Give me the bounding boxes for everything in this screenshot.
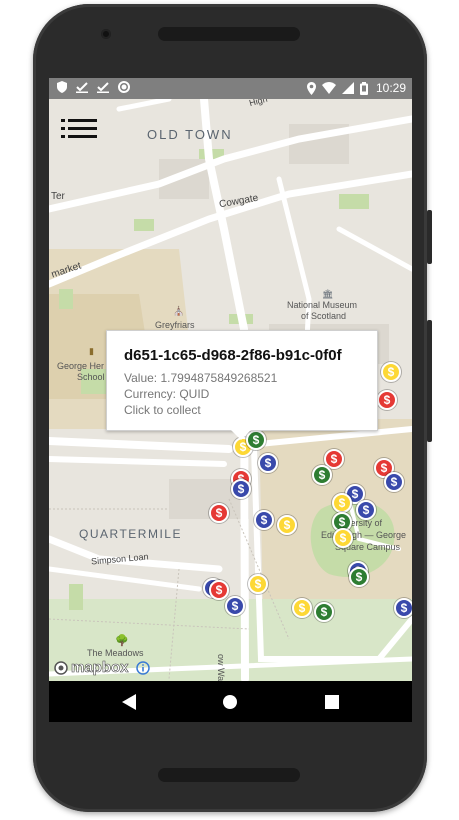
info-icon[interactable]: [135, 660, 150, 675]
power-button: [427, 320, 432, 442]
coin-marker[interactable]: $: [332, 493, 352, 513]
collect-link[interactable]: Click to collect: [124, 403, 201, 417]
coin-marker[interactable]: $: [248, 574, 268, 594]
location-pin-icon: [306, 81, 316, 95]
check-download-icon: [76, 82, 88, 93]
back-triangle-icon[interactable]: [122, 694, 136, 710]
check-download-icon: [97, 82, 109, 93]
tree-icon: 🌳: [115, 635, 129, 647]
battery-icon: [359, 81, 368, 95]
map-label-meadows: The Meadows: [87, 648, 144, 658]
map-label-old-town: OLD TOWN: [147, 127, 233, 142]
coin-marker[interactable]: $: [292, 598, 312, 618]
coin-info-popup[interactable]: d651-1c65-d968-2f86-b91c-0f0f Value: 1.7…: [106, 330, 378, 440]
coin-marker[interactable]: $: [231, 479, 251, 499]
map-label-greyfriars: Greyfriars: [155, 320, 195, 330]
coin-marker[interactable]: $: [377, 390, 397, 410]
museum-icon: 🏛: [322, 289, 334, 299]
volume-button: [427, 210, 432, 264]
coin-marker[interactable]: $: [394, 598, 412, 618]
circle-icon: [118, 81, 130, 93]
recents-square-icon[interactable]: [325, 695, 339, 709]
home-circle-icon[interactable]: [222, 694, 238, 710]
menu-button[interactable]: [61, 119, 97, 141]
coin-id-title: d651-1c65-d968-2f86-b91c-0f0f: [124, 347, 342, 364]
coin-marker[interactable]: $: [314, 602, 334, 622]
coin-marker[interactable]: $: [333, 528, 353, 548]
map-label-museum-1: National Museum: [287, 300, 358, 310]
coin-marker[interactable]: $: [381, 362, 401, 382]
coin-currency: Currency: QUID: [124, 387, 210, 401]
mapbox-icon: [54, 660, 68, 675]
status-bar: 10:29: [49, 78, 412, 99]
coin-value: Value: 1.7994875849268521: [124, 371, 278, 385]
hamburger-menu-icon: [61, 119, 97, 138]
map-label-ter: Ter: [51, 191, 65, 202]
wifi-icon: [321, 82, 336, 94]
map-label-heriots-2: School: [77, 372, 105, 382]
coin-marker[interactable]: $: [209, 503, 229, 523]
front-camera: [101, 29, 111, 39]
coin-marker[interactable]: $: [312, 465, 332, 485]
shield-icon: [57, 81, 67, 93]
bottom-speaker: [158, 768, 300, 782]
coin-marker[interactable]: $: [225, 596, 245, 616]
top-speaker: [158, 27, 300, 41]
map-label-meadow-walk: ow Walk: [216, 654, 226, 681]
mapbox-wordmark: mapbox: [71, 659, 129, 677]
coin-marker[interactable]: $: [349, 567, 369, 587]
coin-marker[interactable]: $: [254, 510, 274, 530]
map-label-quartermile: QUARTERMILE: [79, 527, 182, 541]
church-icon: ⛪: [173, 306, 185, 316]
map-label-heriots-1: George Her: [57, 361, 105, 371]
coin-marker[interactable]: $: [384, 472, 404, 492]
signal-icon: [341, 82, 354, 94]
coin-marker[interactable]: $: [277, 515, 297, 535]
map-label-museum-2: of Scotland: [301, 311, 347, 321]
coin-marker[interactable]: $: [258, 453, 278, 473]
screen: 10:29 OLD TOWN Cowgate Ter market High 🏛…: [49, 78, 412, 722]
map-view[interactable]: OLD TOWN Cowgate Ter market High 🏛 Natio…: [49, 99, 412, 681]
coin-marker[interactable]: $: [356, 500, 376, 520]
clock: 10:29: [375, 81, 406, 95]
coin-marker[interactable]: $: [209, 580, 229, 600]
navigation-bar: [49, 681, 412, 722]
school-icon: ▮: [89, 346, 94, 356]
mapbox-logo: mapbox: [54, 659, 150, 676]
